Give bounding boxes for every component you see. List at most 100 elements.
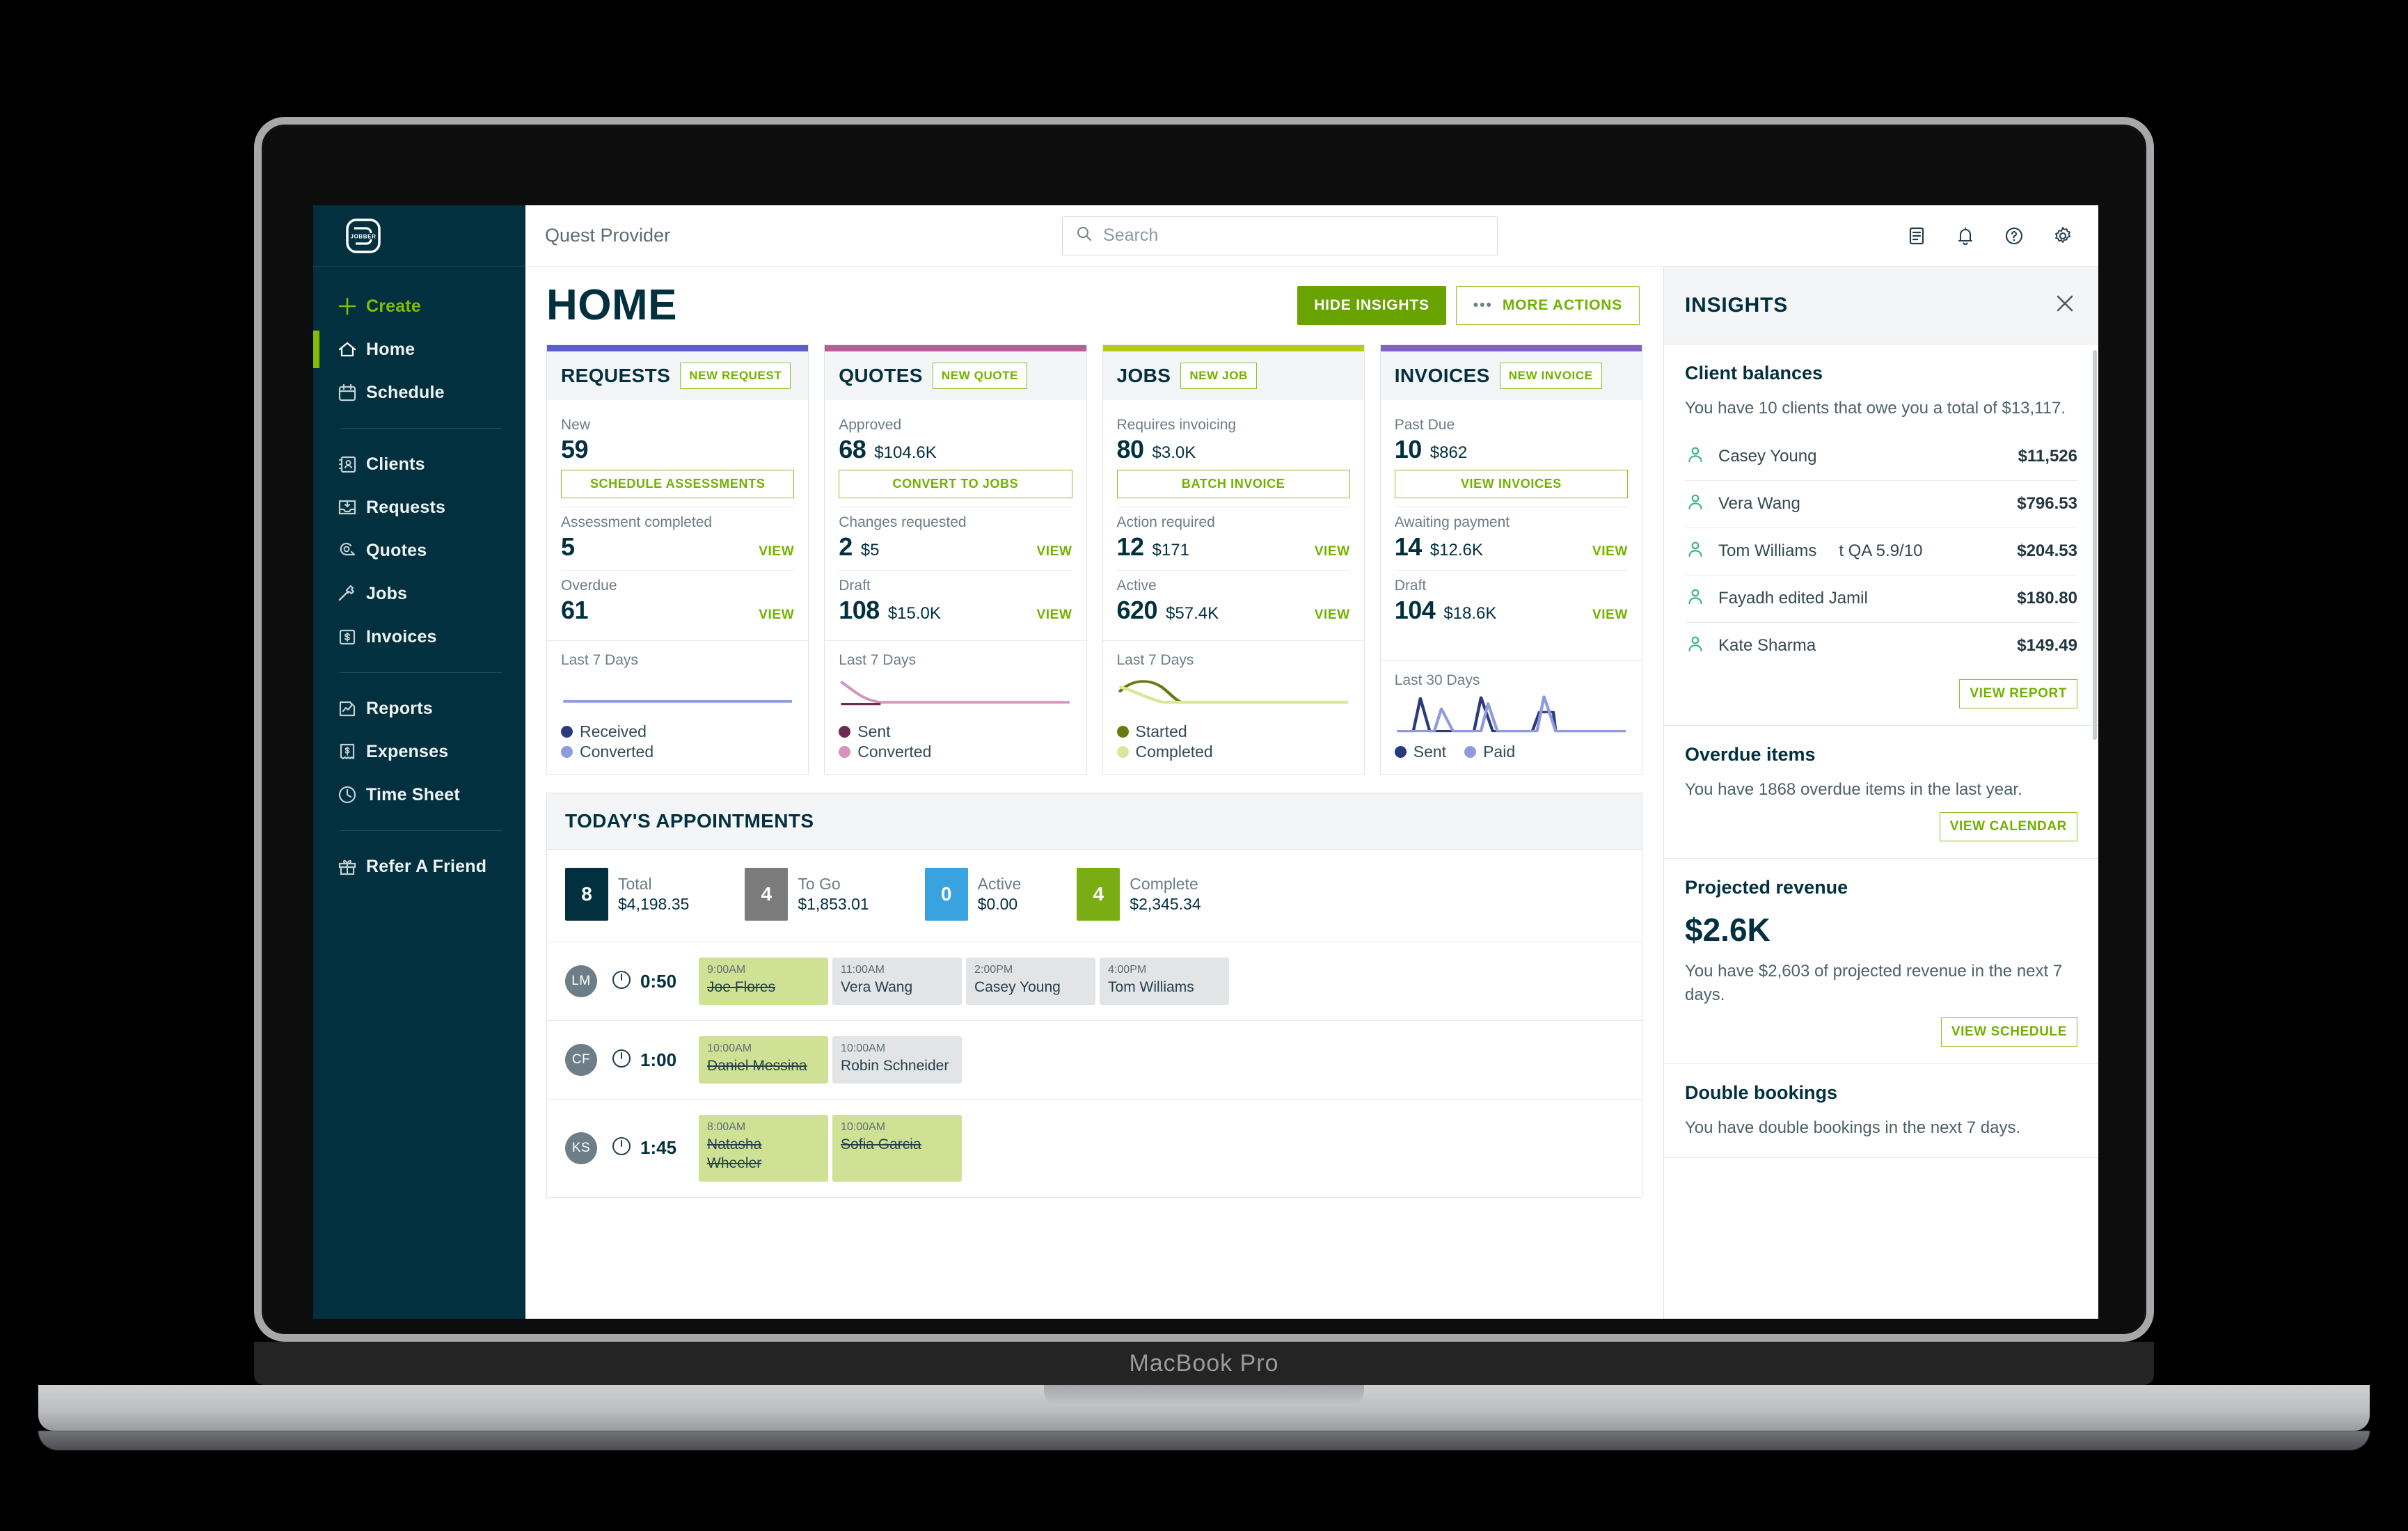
view-link[interactable]: VIEW	[1037, 608, 1072, 623]
list-item[interactable]: Fayadh edited Jamil $180.80	[1685, 574, 2077, 622]
laptop-foot	[38, 1431, 2370, 1450]
summary-label: Total	[618, 875, 652, 894]
legend-item: Sent	[1394, 743, 1446, 761]
appointment-row[interactable]: LM 0:50 9:00AM Joe Flores 11:00AM Vera W…	[547, 942, 1642, 1020]
schedule-assessments-button[interactable]: SCHEDULE ASSESSMENTS	[561, 470, 795, 498]
sidebar-item-refer-a-friend[interactable]: Refer A Friend	[313, 845, 525, 888]
client-name: Casey Young	[1718, 447, 1817, 466]
view-link[interactable]: VIEW	[759, 544, 794, 560]
insight-heading: Projected revenue	[1685, 876, 1848, 898]
insight-text: You have double bookings in the next 7 d…	[1685, 1118, 2021, 1138]
insight-double-bookings: Double bookings You have double bookings…	[1664, 1064, 2098, 1158]
summary-count: 8	[565, 868, 608, 921]
legend-dot	[839, 746, 851, 758]
hammer-icon	[337, 583, 366, 604]
insights-title: INSIGHTS	[1685, 293, 1789, 317]
block-name: Robin Schneider	[841, 1057, 949, 1074]
appointment-block[interactable]: 10:00AM Sofia Garcia	[832, 1115, 963, 1182]
block-time: 10:00AM	[707, 1042, 752, 1055]
appointment-block[interactable]: 2:00PM Casey Young	[966, 958, 1096, 1006]
appointment-block[interactable]: 9:00AM Joe Flores	[699, 958, 829, 1006]
list-item[interactable]: Tom Williams t QA 5.9/10 $204.53	[1685, 527, 2077, 575]
search-input[interactable]: Search	[1062, 216, 1498, 255]
list-item[interactable]: Vera Wang $796.53	[1685, 479, 2077, 527]
sidebar-item-requests[interactable]: Requests	[313, 486, 525, 529]
view-invoices-button[interactable]: VIEW INVOICES	[1394, 470, 1628, 498]
close-icon[interactable]	[2052, 291, 2077, 319]
new-invoice-button[interactable]: NEW INVOICE	[1499, 363, 1602, 389]
bell-icon[interactable]	[1954, 224, 1977, 248]
sidebar-item-quotes[interactable]: Quotes	[313, 529, 525, 572]
sidebar-item-label: Clients	[366, 454, 425, 474]
view-link[interactable]: VIEW	[759, 608, 794, 623]
sidebar-divider	[340, 830, 502, 831]
view-link[interactable]: VIEW	[1037, 544, 1072, 560]
ellipsis-icon: •••	[1473, 297, 1493, 313]
legend-dot	[1464, 746, 1477, 758]
new-job-button[interactable]: NEW JOB	[1180, 363, 1257, 389]
card-body: Past Due 10 $862 VIEW INVOICES Awaiting …	[1381, 400, 1642, 640]
row-duration: 1:45	[610, 1134, 676, 1161]
new-request-button[interactable]: NEW REQUEST	[680, 363, 791, 389]
appointment-block[interactable]: 8:00AM Natasha Wheeler	[699, 1115, 829, 1182]
notes-icon[interactable]	[1905, 224, 1928, 248]
insights-scrollbar[interactable]	[2093, 350, 2097, 740]
sidebar-item-label: Schedule	[366, 382, 445, 402]
clock-icon	[610, 1047, 633, 1074]
sidebar-item-reports[interactable]: Reports	[313, 687, 525, 730]
hide-insights-button[interactable]: HIDE INSIGHTS	[1297, 286, 1446, 325]
appointment-block[interactable]: 4:00PM Tom Williams	[1100, 958, 1230, 1006]
sidebar-logo[interactable]: JOBBER	[313, 205, 525, 267]
sidebar-item-schedule[interactable]: Schedule	[313, 371, 525, 414]
person-icon	[1685, 445, 1706, 469]
appointment-block[interactable]: 10:00AM Daniel Messina	[699, 1036, 829, 1084]
gear-icon[interactable]	[2051, 224, 2075, 248]
help-icon[interactable]	[2002, 224, 2026, 248]
topbar-icons	[1905, 224, 2075, 248]
legend-label: Converted	[857, 743, 932, 761]
card-invoices: INVOICES NEW INVOICE Past Due 10 $862 VI…	[1379, 344, 1642, 775]
sidebar-item-invoices[interactable]: Invoices	[313, 615, 525, 658]
appointment-block[interactable]: 11:00AM Vera Wang	[832, 958, 963, 1006]
sidebar-item-jobs[interactable]: Jobs	[313, 572, 525, 615]
stat-number: 108	[839, 596, 880, 624]
sidebar-item-clients[interactable]: Clients	[313, 443, 525, 486]
card-title: JOBS	[1116, 365, 1171, 386]
card-accent	[825, 345, 1086, 351]
view-link[interactable]: VIEW	[1315, 608, 1350, 623]
view-schedule-button[interactable]: VIEW SCHEDULE	[1940, 1017, 2077, 1047]
stat-label: New	[561, 417, 591, 433]
svg-text:JOBBER: JOBBER	[351, 233, 377, 239]
sidebar-item-create[interactable]: Create	[313, 285, 525, 328]
stat-label: Overdue	[561, 578, 617, 594]
sidebar-item-time-sheet[interactable]: Time Sheet	[313, 773, 525, 816]
client-name: Tom Williams	[1718, 541, 1817, 561]
view-link[interactable]: VIEW	[1592, 608, 1628, 623]
appointment-block[interactable]: 10:00AM Robin Schneider	[832, 1036, 963, 1084]
stat-amount: $862	[1429, 443, 1468, 462]
insight-overdue-items: Overdue items You have 1868 overdue item…	[1664, 726, 2098, 859]
contacts-icon	[337, 454, 366, 475]
new-quote-button[interactable]: NEW QUOTE	[932, 363, 1028, 389]
sidebar-item-home[interactable]: Home	[313, 328, 525, 371]
more-actions-button[interactable]: ••• MORE ACTIONS	[1455, 286, 1640, 325]
view-calendar-button[interactable]: VIEW CALENDAR	[1939, 811, 2077, 841]
more-actions-label: MORE ACTIONS	[1502, 297, 1622, 313]
stat-amount: $12.6K	[1429, 541, 1483, 560]
appointments-title: TODAY'S APPOINTMENTS	[565, 810, 814, 832]
card-body: Requires invoicing 80 $3.0K BATCH INVOIC…	[1103, 400, 1364, 640]
card-header: REQUESTS NEW REQUEST	[547, 351, 809, 400]
view-link[interactable]: VIEW	[1315, 544, 1350, 560]
convert-to-jobs-button[interactable]: CONVERT TO JOBS	[839, 470, 1072, 498]
list-item[interactable]: Casey Young $11,526	[1685, 434, 2077, 480]
list-item[interactable]: Kate Sharma $149.49	[1685, 621, 2077, 669]
view-link[interactable]: VIEW	[1592, 544, 1628, 560]
client-name: Kate Sharma	[1718, 636, 1816, 656]
view-report-button[interactable]: VIEW REPORT	[1959, 679, 2077, 708]
batch-invoice-button[interactable]: BATCH INVOICE	[1116, 470, 1350, 498]
card-header: QUOTES NEW QUOTE	[825, 351, 1086, 400]
summary-label: Active	[977, 875, 1022, 894]
sidebar-item-expenses[interactable]: Expenses	[313, 730, 525, 773]
appointment-row[interactable]: KS 1:45 8:00AM Natasha Wheeler 10:00AM S…	[547, 1099, 1642, 1196]
appointment-row[interactable]: CF 1:00 10:00AM Daniel Messina 10:00AM R…	[547, 1020, 1642, 1099]
